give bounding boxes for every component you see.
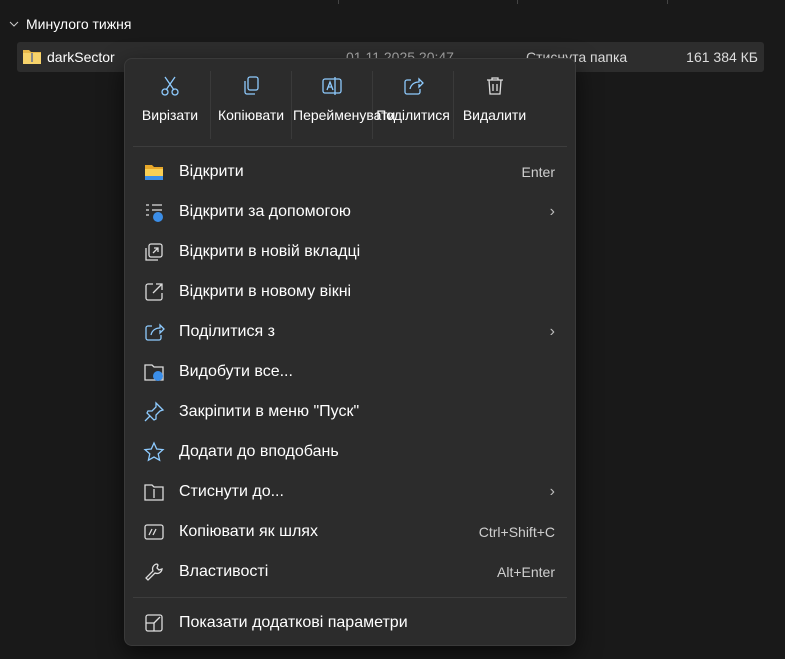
menu-item-label: Властивості xyxy=(179,563,269,580)
menu-item-label: Відкрити в новій вкладці xyxy=(179,243,361,260)
group-header[interactable]: Минулого тижня xyxy=(8,16,131,32)
copy-label: Копіювати xyxy=(217,107,285,123)
column-divider[interactable] xyxy=(338,0,339,4)
column-divider[interactable] xyxy=(517,0,518,4)
chevron-right-icon: › xyxy=(549,323,555,340)
menu-item-path[interactable]: Копіювати як шлях Ctrl+Shift+C xyxy=(125,512,575,552)
file-size: 161 384 КБ xyxy=(686,49,758,65)
folder-icon xyxy=(145,165,163,180)
pin-icon xyxy=(144,401,165,422)
menu-item-share[interactable]: Поділитися з › xyxy=(125,312,575,352)
star-icon xyxy=(143,441,165,462)
menu-item-new-window[interactable]: Відкрити в новому вікні xyxy=(125,272,575,312)
share-label: Поділитися xyxy=(376,107,450,123)
more-options-icon xyxy=(145,614,163,632)
chevron-right-icon: › xyxy=(549,203,555,220)
menu-item-label: Видобути все... xyxy=(179,363,293,380)
wrench-icon xyxy=(145,563,163,581)
extract-icon xyxy=(144,364,164,381)
menu-item-label: Додати до вподобань xyxy=(179,443,339,460)
share-icon xyxy=(145,323,165,341)
menu-item-more-options[interactable]: Показати додаткові параметри xyxy=(125,603,575,643)
group-label: Минулого тижня xyxy=(26,16,132,32)
menu-item-label: Стиснути до... xyxy=(179,483,284,500)
menu-item-pin[interactable]: Закріпити в меню "Пуск" xyxy=(125,392,575,432)
trash-icon xyxy=(486,77,503,95)
cut-label: Вирізати xyxy=(141,107,199,123)
path-icon xyxy=(144,524,164,540)
divider xyxy=(133,597,567,598)
menu-item-folder[interactable]: Відкрити Enter xyxy=(125,152,575,192)
share-button[interactable]: Поділитися xyxy=(373,71,454,139)
menu-item-wrench[interactable]: Властивості Alt+Enter xyxy=(125,552,575,592)
file-name: darkSector xyxy=(47,49,115,65)
scissors-icon xyxy=(161,76,179,96)
rename-button[interactable]: Перейменувати xyxy=(292,71,396,139)
delete-button[interactable]: Видалити xyxy=(454,71,535,139)
rename-icon xyxy=(322,77,342,95)
quick-actions: Вирізати Копіювати Перейменувати Поділит… xyxy=(125,59,575,145)
delete-label: Видалити xyxy=(462,107,527,123)
menu-item-compress[interactable]: Стиснути до... › xyxy=(125,472,575,512)
menu-item-extract[interactable]: Видобути все... xyxy=(125,352,575,392)
menu-item-open-with[interactable]: Відкрити за допомогою › xyxy=(125,192,575,232)
copy-button[interactable]: Копіювати xyxy=(211,71,292,139)
shortcut-label: Ctrl+Shift+C xyxy=(478,524,555,540)
copy-icon xyxy=(244,76,259,95)
cut-button[interactable]: Вирізати xyxy=(130,71,211,139)
share-icon xyxy=(404,77,424,95)
chevron-down-icon xyxy=(9,21,19,27)
menu-item-new-tab[interactable]: Відкрити в новій вкладці xyxy=(125,232,575,272)
compress-icon xyxy=(144,484,164,501)
column-divider[interactable] xyxy=(667,0,668,4)
rename-label: Перейменувати xyxy=(293,107,396,123)
chevron-right-icon: › xyxy=(549,483,555,500)
zip-folder-icon xyxy=(23,50,41,64)
open-with-icon xyxy=(146,204,163,222)
menu-item-star[interactable]: Додати до вподобань xyxy=(125,432,575,472)
new-window-icon xyxy=(145,283,163,301)
menu-item-label: Відкрити за допомогою xyxy=(179,203,351,220)
menu-item-label: Закріпити в меню "Пуск" xyxy=(179,403,360,420)
menu-item-label: Відкрити в новому вікні xyxy=(179,283,352,300)
context-menu: Вирізати Копіювати Перейменувати Поділит… xyxy=(124,58,576,646)
shortcut-label: Alt+Enter xyxy=(497,564,555,580)
shortcut-label: Enter xyxy=(521,164,555,180)
menu-item-label: Відкрити xyxy=(179,163,244,180)
more-options-label: Показати додаткові параметри xyxy=(179,614,408,631)
menu-item-label: Поділитися з xyxy=(179,323,275,340)
menu-item-label: Копіювати як шлях xyxy=(179,523,318,540)
new-tab-icon xyxy=(145,243,163,261)
